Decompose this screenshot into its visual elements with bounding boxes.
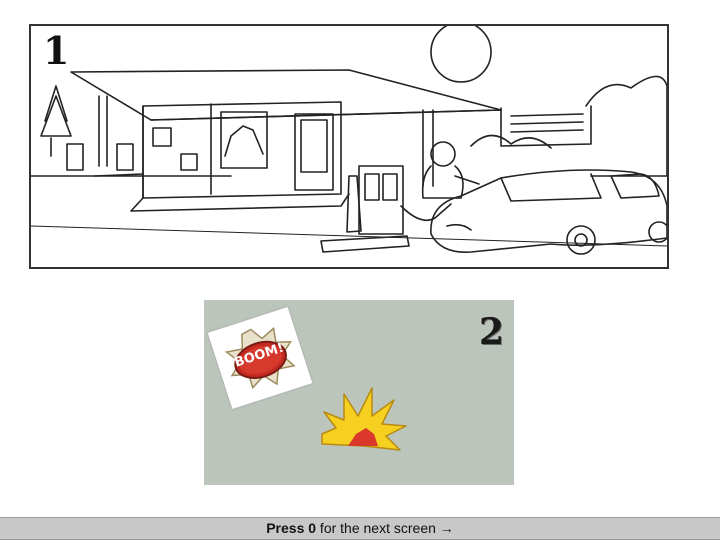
next-screen-instruction[interactable]: Press 0 for the next screen → [0, 517, 720, 540]
press-key-label: Press 0 [266, 520, 317, 536]
explosion-icon [321, 387, 407, 451]
panel-1-number: 1 [43, 28, 70, 73]
right-arrow-icon: → [439, 520, 454, 536]
sun [430, 26, 492, 83]
panel-2-number: 2 [478, 311, 504, 353]
boom-sticker: BOOM! [207, 306, 313, 410]
gas-station-illustration: 1 [29, 24, 669, 269]
instruction-text: for the next screen [316, 520, 440, 536]
explosion-panel: BOOM! 2 [204, 300, 514, 485]
gas-station-scene [31, 26, 667, 255]
